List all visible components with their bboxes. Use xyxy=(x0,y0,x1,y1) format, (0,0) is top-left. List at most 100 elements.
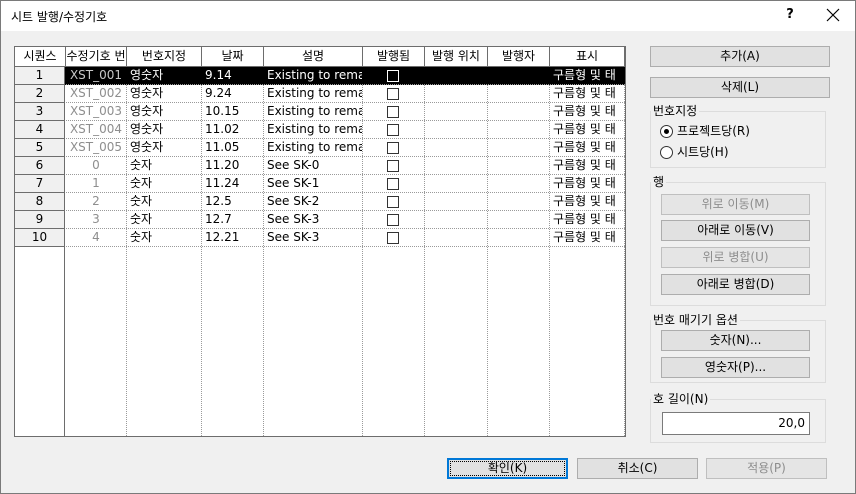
description-cell[interactable]: See SK-2 xyxy=(264,193,362,211)
issued-by-cell[interactable] xyxy=(488,211,549,229)
issued-checkbox[interactable] xyxy=(387,178,399,190)
row-sequence-cell[interactable]: 3 xyxy=(15,103,65,121)
column-header-numbering[interactable]: 번호지정 xyxy=(127,47,202,67)
cancel-button[interactable]: 취소(C) xyxy=(577,458,698,479)
issued-checkbox[interactable] xyxy=(387,124,399,136)
show-cell[interactable]: 구름형 및 태 xyxy=(550,157,624,175)
table-row[interactable]: 8 2 숫자 12.5 See SK-2 구름형 및 태 xyxy=(15,193,625,211)
help-button[interactable]: ? xyxy=(779,4,801,26)
revision-number-cell[interactable]: 4 xyxy=(66,229,126,247)
numbering-cell[interactable]: 숫자 xyxy=(127,157,201,175)
show-cell[interactable]: 구름형 및 태 xyxy=(550,121,624,139)
move-up-button[interactable]: 위로 이동(M) xyxy=(661,194,810,215)
description-cell[interactable]: See SK-1 xyxy=(264,175,362,193)
show-cell[interactable]: 구름형 및 태 xyxy=(550,211,624,229)
issued-to-cell[interactable] xyxy=(425,175,487,193)
date-cell[interactable]: 12.7 xyxy=(202,211,263,229)
date-cell[interactable]: 10.15 xyxy=(202,103,263,121)
numbering-cell[interactable]: 숫자 xyxy=(127,229,201,247)
column-header-show[interactable]: 표시 xyxy=(550,47,625,67)
numbering-cell[interactable]: 숫자 xyxy=(127,193,201,211)
column-header-issued-by[interactable]: 발행자 xyxy=(488,47,550,67)
move-down-button[interactable]: 아래로 이동(V) xyxy=(661,220,810,241)
numbering-cell[interactable]: 영숫자 xyxy=(127,67,201,85)
column-header-issued[interactable]: 발행됨 xyxy=(363,47,425,67)
issued-checkbox[interactable] xyxy=(387,142,399,154)
issued-by-cell[interactable] xyxy=(488,229,549,247)
table-row[interactable]: 6 0 숫자 11.20 See SK-0 구름형 및 태 xyxy=(15,157,625,175)
issued-to-cell[interactable] xyxy=(425,157,487,175)
issued-to-cell[interactable] xyxy=(425,85,487,103)
date-cell[interactable]: 11.24 xyxy=(202,175,263,193)
issued-by-cell[interactable] xyxy=(488,157,549,175)
description-cell[interactable]: See SK-3 xyxy=(264,211,362,229)
issued-by-cell[interactable] xyxy=(488,193,549,211)
issued-by-cell[interactable] xyxy=(488,67,549,85)
description-cell[interactable]: See SK-3 xyxy=(264,229,362,247)
row-sequence-cell[interactable]: 1 xyxy=(15,67,65,85)
issued-to-cell[interactable] xyxy=(425,211,487,229)
merge-down-button[interactable]: 아래로 병합(D) xyxy=(661,274,810,295)
show-cell[interactable]: 구름형 및 태 xyxy=(550,67,624,85)
numeric-options-button[interactable]: 숫자(N)... xyxy=(661,330,810,351)
table-row[interactable]: 10 4 숫자 12.21 See SK-3 구름형 및 태 xyxy=(15,229,625,247)
show-cell[interactable]: 구름형 및 태 xyxy=(550,103,624,121)
date-cell[interactable]: 11.02 xyxy=(202,121,263,139)
issued-checkbox[interactable] xyxy=(387,88,399,100)
column-header-revision-number[interactable]: 수정기호 번 xyxy=(66,47,127,67)
revision-grid[interactable]: 시퀀스 수정기호 번 번호지정 날짜 설명 발행됨 발행 위치 발행자 표시 1 XST_001 영숫… xyxy=(14,46,626,437)
numbering-cell[interactable]: 숫자 xyxy=(127,211,201,229)
table-row[interactable]: 1 XST_001 영숫자 9.14 Existing to remai 구름형 및 태 xyxy=(15,67,625,85)
row-sequence-cell[interactable]: 5 xyxy=(15,139,65,157)
revision-number-cell[interactable]: 1 xyxy=(66,175,126,193)
alphanumeric-options-button[interactable]: 영숫자(P)... xyxy=(661,357,810,378)
issued-checkbox[interactable] xyxy=(387,196,399,208)
table-row[interactable]: 5 XST_005 영숫자 11.05 Existing to remai 구름형 및 태 xyxy=(15,139,625,157)
numbering-cell[interactable]: 영숫자 xyxy=(127,103,201,121)
revision-number-cell[interactable]: 0 xyxy=(66,157,126,175)
numbering-cell[interactable]: 영숫자 xyxy=(127,121,201,139)
apply-button[interactable]: 적용(P) xyxy=(706,458,827,479)
date-cell[interactable]: 9.24 xyxy=(202,85,263,103)
row-sequence-cell[interactable]: 6 xyxy=(15,157,65,175)
revision-number-cell[interactable]: XST_002 xyxy=(66,85,126,103)
per-project-radio[interactable] xyxy=(660,125,673,138)
close-icon[interactable] xyxy=(819,4,847,26)
date-cell[interactable]: 11.20 xyxy=(202,157,263,175)
issued-to-cell[interactable] xyxy=(425,139,487,157)
column-header-sequence[interactable]: 시퀀스 xyxy=(15,47,66,67)
description-cell[interactable]: Existing to remai xyxy=(264,103,362,121)
revision-number-cell[interactable]: XST_004 xyxy=(66,121,126,139)
per-sheet-radio[interactable] xyxy=(660,146,673,159)
issued-by-cell[interactable] xyxy=(488,85,549,103)
date-cell[interactable]: 11.05 xyxy=(202,139,263,157)
show-cell[interactable]: 구름형 및 태 xyxy=(550,85,624,103)
revision-number-cell[interactable]: XST_001 xyxy=(66,67,126,85)
row-sequence-cell[interactable]: 8 xyxy=(15,193,65,211)
date-cell[interactable]: 9.14 xyxy=(202,67,263,85)
numbering-cell[interactable]: 영숫자 xyxy=(127,85,201,103)
column-header-date[interactable]: 날짜 xyxy=(202,47,264,67)
numbering-cell[interactable]: 영숫자 xyxy=(127,139,201,157)
arc-length-input[interactable]: 20,0 xyxy=(662,412,810,435)
show-cell[interactable]: 구름형 및 태 xyxy=(550,193,624,211)
table-row[interactable]: 7 1 숫자 11.24 See SK-1 구름형 및 태 xyxy=(15,175,625,193)
revision-number-cell[interactable]: 2 xyxy=(66,193,126,211)
revision-number-cell[interactable]: XST_003 xyxy=(66,103,126,121)
add-button[interactable]: 추가(A) xyxy=(650,46,830,67)
column-header-description[interactable]: 설명 xyxy=(264,47,363,67)
show-cell[interactable]: 구름형 및 태 xyxy=(550,139,624,157)
table-row[interactable]: 3 XST_003 영숫자 10.15 Existing to remai 구름형 및 태 xyxy=(15,103,625,121)
issued-by-cell[interactable] xyxy=(488,139,549,157)
row-sequence-cell[interactable]: 9 xyxy=(15,211,65,229)
table-row[interactable]: 4 XST_004 영숫자 11.02 Existing to remai 구름형 및 태 xyxy=(15,121,625,139)
issued-to-cell[interactable] xyxy=(425,121,487,139)
delete-button[interactable]: 삭제(L) xyxy=(650,77,830,98)
row-sequence-cell[interactable]: 4 xyxy=(15,121,65,139)
numbering-cell[interactable]: 숫자 xyxy=(127,175,201,193)
show-cell[interactable]: 구름형 및 태 xyxy=(550,175,624,193)
table-row[interactable]: 2 XST_002 영숫자 9.24 Existing to remai 구름형 및 태 xyxy=(15,85,625,103)
issued-checkbox[interactable] xyxy=(387,214,399,226)
issued-checkbox[interactable] xyxy=(387,106,399,118)
revision-number-cell[interactable]: 3 xyxy=(66,211,126,229)
